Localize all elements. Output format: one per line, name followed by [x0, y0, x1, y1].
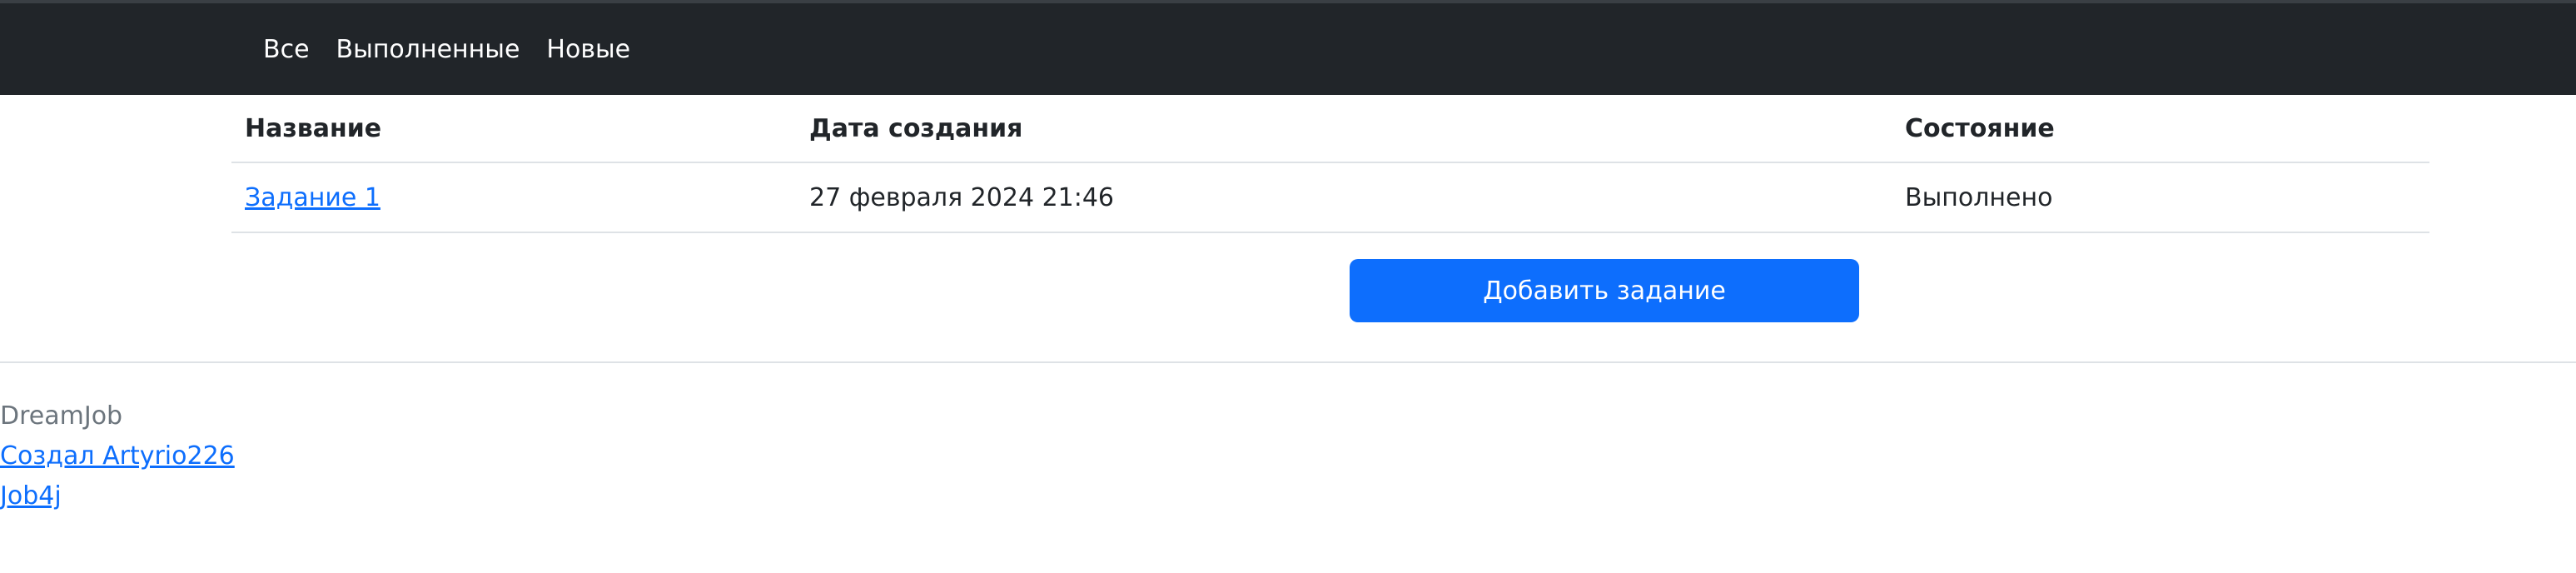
table-row: Задание 1 27 февраля 2024 21:46 Выполнен… — [231, 162, 2429, 233]
add-task-button[interactable]: Добавить задание — [1350, 259, 1859, 322]
nav-link-all[interactable]: Все — [250, 35, 323, 64]
cell-status: Выполнено — [1892, 162, 2429, 233]
header-name: Название — [231, 95, 796, 163]
tasks-table-container: Название Дата создания Состояние Задание… — [231, 95, 2429, 233]
footer: DreamJob Создал Artyrio226 Job4j — [0, 361, 2576, 511]
footer-content: DreamJob Создал Artyrio226 Job4j — [0, 396, 235, 516]
cell-name: Задание 1 — [231, 162, 796, 233]
header-status: Состояние — [1892, 95, 2429, 163]
header-created: Дата создания — [796, 95, 1892, 163]
main-nav: Все Выполненные Новые — [250, 3, 644, 95]
footer-author-link[interactable]: Создал Artyrio226 — [0, 436, 235, 476]
nav-link-completed[interactable]: Выполненные — [323, 35, 534, 64]
footer-project-link[interactable]: Job4j — [0, 476, 235, 516]
footer-brand: DreamJob — [0, 401, 123, 431]
nav-link-new[interactable]: Новые — [533, 35, 644, 64]
task-link[interactable]: Задание 1 — [245, 183, 380, 212]
navbar: Все Выполненные Новые — [0, 0, 2576, 95]
cell-created: 27 февраля 2024 21:46 — [796, 162, 1892, 233]
table-header-row: Название Дата создания Состояние — [231, 95, 2429, 163]
tasks-table: Название Дата создания Состояние Задание… — [231, 95, 2429, 233]
